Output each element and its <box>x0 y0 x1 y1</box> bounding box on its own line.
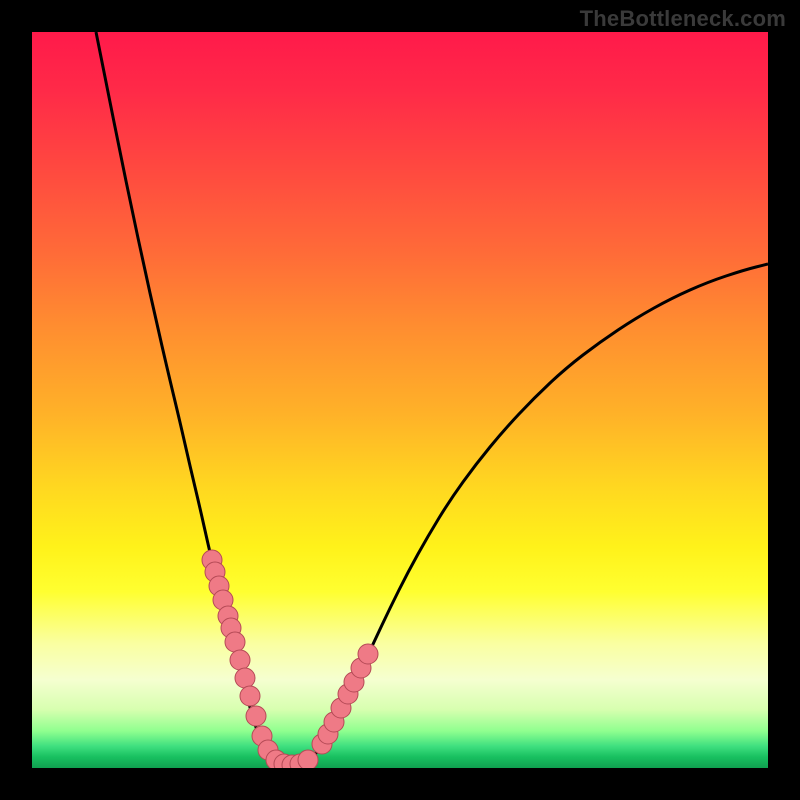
data-dot <box>246 706 266 726</box>
data-dot <box>225 632 245 652</box>
data-dot <box>235 668 255 688</box>
data-dots-group <box>202 550 378 768</box>
bottleneck-curve-svg <box>32 32 768 768</box>
bottleneck-curve <box>96 32 768 765</box>
data-dot <box>298 750 318 768</box>
data-dot <box>358 644 378 664</box>
watermark-text: TheBottleneck.com <box>580 6 786 32</box>
plot-area <box>32 32 768 768</box>
data-dot <box>240 686 260 706</box>
data-dot <box>230 650 250 670</box>
chart-frame: TheBottleneck.com <box>0 0 800 800</box>
